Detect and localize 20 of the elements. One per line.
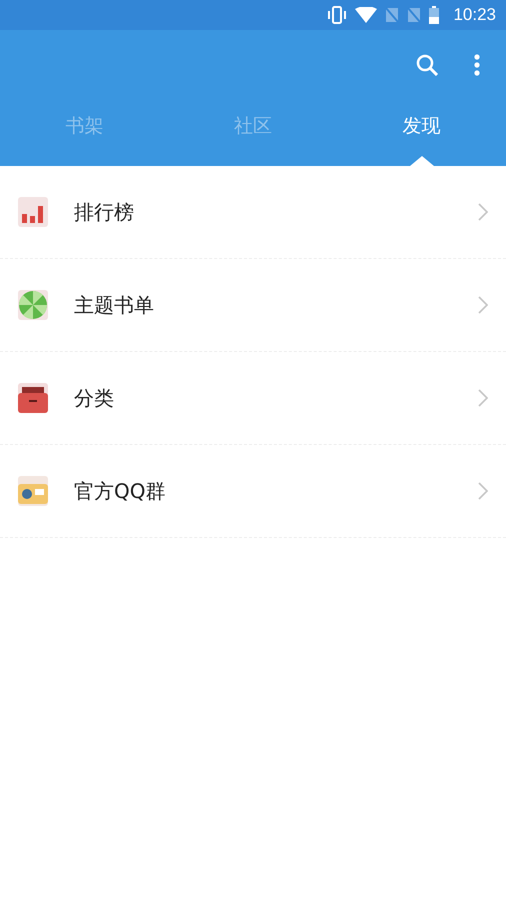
chevron-right-icon	[478, 296, 488, 314]
menu-item-label[interactable]: 官方QQ群	[74, 478, 452, 504]
chevron-right-icon	[478, 203, 488, 221]
vibrate-icon	[327, 6, 348, 24]
candy-icon	[18, 290, 48, 320]
bar-chart-icon	[18, 197, 48, 227]
no-signal-icon	[407, 7, 422, 23]
chevron-right-icon	[478, 389, 488, 407]
status-time: 10:23	[453, 5, 496, 25]
radio-icon	[18, 476, 48, 506]
drawer-icon	[18, 383, 48, 413]
battery-icon	[429, 6, 440, 24]
no-signal-icon	[385, 7, 400, 23]
menu-item-label[interactable]: 排行榜	[74, 198, 452, 226]
menu-item-label[interactable]: 主题书单	[74, 292, 452, 318]
search-icon[interactable]	[416, 54, 438, 76]
wifi-icon	[355, 7, 378, 23]
menu-item-label[interactable]: 分类	[74, 384, 452, 412]
more-icon[interactable]	[474, 54, 480, 76]
chevron-right-icon	[478, 482, 488, 500]
